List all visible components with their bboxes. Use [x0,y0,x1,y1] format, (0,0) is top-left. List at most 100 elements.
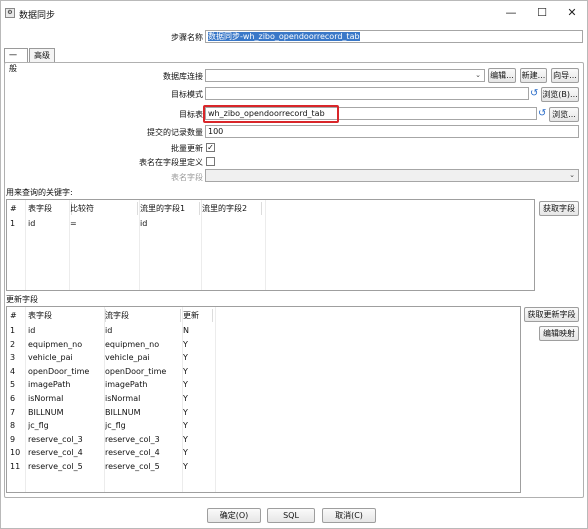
db-new-button[interactable]: 新建... [520,68,547,83]
update-col-update: 更新 [183,309,213,322]
target-schema-input[interactable] [205,87,529,100]
update-cell: vehicle_pai [105,353,150,363]
keys-col-stream1: 流里的字段1 [140,202,200,215]
update-cell: id [28,326,36,335]
title-bar: ⚙ 数据同步 — ☐ ✕ [1,1,587,27]
update-title: 更新字段 [6,295,38,304]
table-row[interactable]: 4 openDoor_time openDoor_time Y [7,365,520,378]
update-cell: 11 [10,462,21,471]
keys-cell: id [28,219,36,228]
get-update-fields-button[interactable]: 获取更新字段 [524,307,579,322]
update-cell: Y [183,353,188,363]
variable-icon: ↺ [530,88,539,99]
update-cell: reserve_col_4 [28,448,83,458]
step-name-label: 步骤名称 [171,33,203,42]
sql-button[interactable]: SQL [267,508,315,523]
update-cell: 1 [10,326,16,335]
update-table[interactable]: # 表字段 流字段 更新 1 id id N 2 equipmen_no equipmen_… [6,306,521,493]
column-divider [104,307,105,492]
table-in-field-checkbox[interactable] [206,157,215,166]
highlight-box [203,105,339,123]
table-row[interactable]: 11 reserve_col_5 reserve_col_5 Y [7,460,520,473]
table-row[interactable]: 1 id = id [7,217,534,230]
table-row[interactable]: 6 isNormal isNormal Y [7,392,520,405]
update-cell: Y [183,366,188,376]
table-field-select[interactable]: ⌄ [205,169,579,182]
keys-header-row: # 表字段 比较符 流里的字段1 流里的字段2 [7,202,534,215]
batch-update-checkbox[interactable]: ✓ [206,143,215,152]
commit-size-input[interactable]: 100 [205,125,579,138]
table-row[interactable]: 8 jc_flg jc_flg Y [7,419,520,432]
target-table-label: 目标表 [179,110,203,119]
keys-col-stream2: 流里的字段2 [202,202,262,215]
edit-mapping-button[interactable]: 编辑映射 [539,326,579,341]
table-row[interactable]: 2 equipmen_no equipmen_no Y [7,338,520,351]
get-fields-button[interactable]: 获取字段 [539,201,579,216]
db-connection-select[interactable]: ⌄ [205,69,485,82]
update-cell: isNormal [28,394,64,403]
update-cell: isNormal [105,394,141,403]
update-header-row: # 表字段 流字段 更新 [7,309,520,322]
update-cell: 6 [10,394,16,403]
update-cell: Y [183,434,188,444]
table-row[interactable]: 7 BILLNUM BILLNUM Y [7,406,520,419]
tab-advanced[interactable]: 高级 [29,48,55,62]
table-row[interactable]: 10 reserve_col_4 reserve_col_4 Y [7,446,520,459]
tab-general[interactable]: 一般 [4,48,28,73]
step-name-value: 数据同步-wh_zibo_opendoorrecord_tab [208,32,360,41]
keys-col-table-field: 表字段 [28,202,72,215]
target-schema-label: 目标模式 [171,90,203,99]
target-table-browse-button[interactable]: 浏览... [549,107,579,122]
update-cell: 7 [10,407,16,417]
keys-table[interactable]: # 表字段 比较符 流里的字段1 流里的字段2 1 id = id [6,199,535,291]
target-schema-browse-button[interactable]: 浏览(B)... [541,87,579,102]
update-cell: imagePath [105,380,148,390]
update-cell: 8 [10,421,16,431]
update-cell: openDoor_time [105,366,167,376]
keys-col-comparator: 比较符 [70,202,138,215]
update-col-table-field: 表字段 [28,309,106,322]
table-row[interactable]: 3 vehicle_pai vehicle_pai Y [7,351,520,364]
db-connection-label: 数据库连接 [163,72,203,81]
update-cell: id [105,326,113,335]
update-cell: 9 [10,434,16,444]
update-cell: Y [183,407,188,417]
update-cell: Y [183,380,188,390]
column-divider [215,307,216,492]
column-divider [265,200,266,290]
column-divider [25,307,26,492]
maximize-icon[interactable]: ☐ [528,3,556,23]
update-cell: 3 [10,353,16,363]
update-cell: BILLNUM [105,407,141,417]
column-divider [139,200,140,290]
step-name-input[interactable]: 数据同步-wh_zibo_opendoorrecord_tab [205,30,583,43]
table-row[interactable]: 5 imagePath imagePath Y [7,378,520,391]
update-col-num: # [10,309,26,322]
variable-icon: ↺ [538,108,547,119]
update-cell: Y [183,339,188,349]
column-divider [69,200,70,290]
update-cell: N [183,326,189,335]
column-divider [201,200,202,290]
update-cell: openDoor_time [28,366,90,376]
batch-update-label: 批量更新 [171,144,203,153]
cancel-button[interactable]: 取消(C) [322,508,376,523]
ok-button[interactable]: 确定(O) [207,508,261,523]
table-row[interactable]: 9 reserve_col_3 reserve_col_3 Y [7,433,520,446]
db-edit-button[interactable]: 编辑... [488,68,516,83]
db-wizard-button[interactable]: 向导... [551,68,579,83]
keys-cell: = [70,219,77,228]
update-cell: 5 [10,380,16,390]
update-cell: 4 [10,366,16,376]
update-cell: reserve_col_5 [28,462,83,471]
close-icon[interactable]: ✕ [558,3,586,23]
update-cell: reserve_col_4 [105,448,160,458]
minimize-icon[interactable]: — [497,3,525,23]
table-row[interactable]: 1 id id N [7,324,520,337]
chevron-down-icon: ⌄ [475,71,481,79]
chevron-down-icon: ⌄ [569,171,575,179]
update-cell: vehicle_pai [28,353,73,363]
update-cell: 2 [10,339,16,349]
table-in-field-label: 表名在字段里定义 [139,158,203,167]
update-cell: Y [183,394,188,403]
